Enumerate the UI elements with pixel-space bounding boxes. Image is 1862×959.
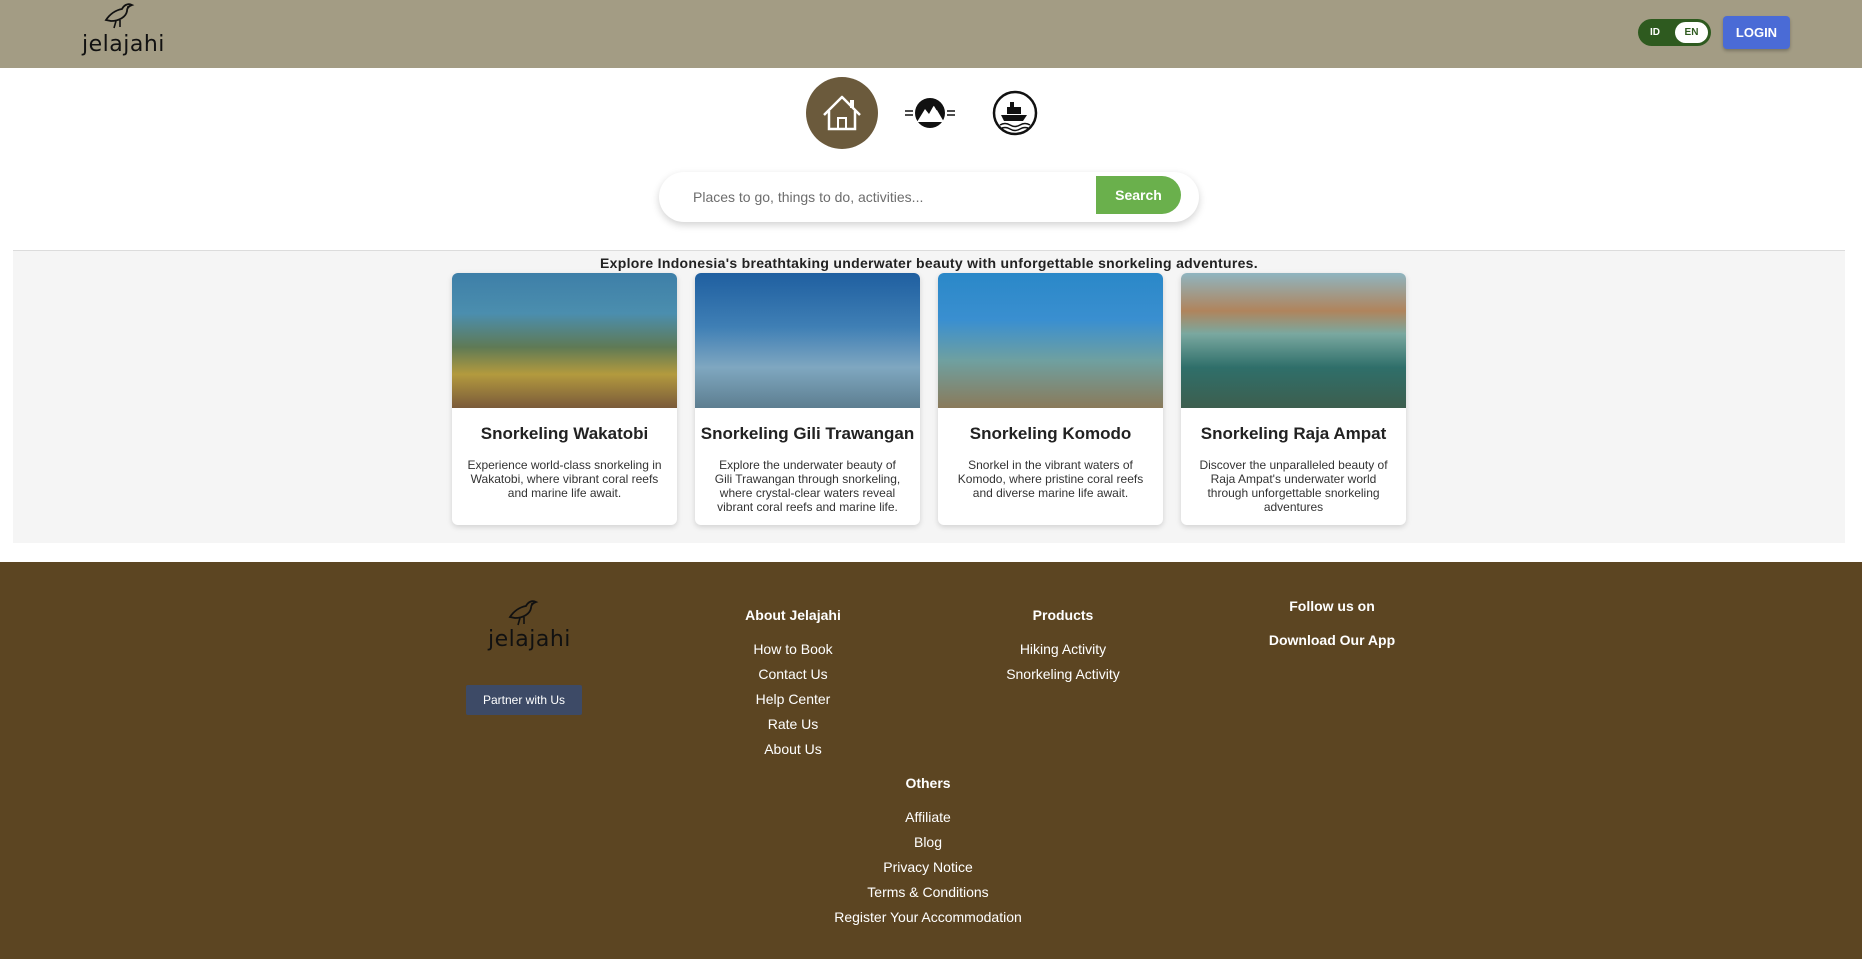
card-description: Experience world-class snorkeling in Wak… [467,458,662,500]
footer-link-rate-us[interactable]: Rate Us [713,716,873,741]
activity-card[interactable]: Snorkeling Wakatobi Experience world-cla… [452,273,677,525]
footer-heading: About Jelajahi [745,607,841,623]
follow-heading: Follow us on [1289,598,1375,614]
category-home[interactable] [806,77,878,149]
footer-heading: Products [1032,607,1094,623]
card-title[interactable]: Snorkeling Gili Trawangan [695,424,920,444]
lang-option-en[interactable]: EN [1675,27,1708,38]
card-title[interactable]: Snorkeling Komodo [938,424,1163,444]
footer-logo-text: jelajahi [488,627,571,652]
footer: jelajahi Partner with Us About Jelajahi … [0,562,1862,959]
card-image[interactable] [938,273,1163,408]
footer-products-column: Products Hiking Activity Snorkeling Acti… [983,607,1143,691]
footer-link-blog[interactable]: Blog [778,834,1078,859]
search-input[interactable] [693,185,1073,209]
card-title[interactable]: Snorkeling Wakatobi [452,424,677,444]
footer-link-register-accommodation[interactable]: Register Your Accommodation [778,909,1078,934]
boat-icon [992,90,1038,136]
card-image[interactable] [1181,273,1406,408]
footer-link-hiking[interactable]: Hiking Activity [983,641,1143,666]
footer-logo[interactable]: jelajahi [488,597,572,657]
home-icon [823,95,861,131]
content-section: Explore Indonesia's breathtaking underwa… [13,250,1845,543]
header-bar: jelajahi ID EN LOGIN [0,0,1862,68]
footer-link-terms[interactable]: Terms & Conditions [778,884,1078,909]
category-snorkeling[interactable] [992,90,1038,136]
card-title[interactable]: Snorkeling Raja Ampat [1181,424,1406,444]
logo[interactable]: jelajahi [82,0,168,64]
mountain-icon [905,98,955,128]
partner-button[interactable]: Partner with Us [466,685,582,715]
card-description: Discover the unparalleled beauty of Raja… [1199,458,1388,514]
bird-icon [104,3,135,29]
card-image[interactable] [452,273,677,408]
footer-about-column: About Jelajahi How to Book Contact Us He… [713,607,873,766]
search-bar: Search [659,172,1199,222]
logo-text: jelajahi [82,32,165,57]
footer-link-help-center[interactable]: Help Center [713,691,873,716]
lang-toggle-knob[interactable]: EN [1675,22,1708,43]
login-button[interactable]: LOGIN [1723,16,1790,49]
card-image[interactable] [695,273,920,408]
footer-link-affiliate[interactable]: Affiliate [778,809,1078,834]
footer-heading: Others [905,775,951,791]
language-toggle[interactable]: ID EN [1638,19,1711,46]
activity-card[interactable]: Snorkeling Raja Ampat Discover the unpar… [1181,273,1406,525]
footer-others-column: Others Affiliate Blog Privacy Notice Ter… [778,775,1078,934]
category-hiking[interactable] [903,92,957,134]
lang-option-id[interactable]: ID [1650,27,1660,38]
download-heading: Download Our App [1268,632,1396,648]
footer-link-snorkeling[interactable]: Snorkeling Activity [983,666,1143,691]
page-tagline: Explore Indonesia's breathtaking underwa… [600,255,1258,271]
footer-link-how-to-book[interactable]: How to Book [713,641,873,666]
footer-link-about-us[interactable]: About Us [713,741,873,766]
card-description: Snorkel in the vibrant waters of Komodo,… [957,458,1144,500]
search-button[interactable]: Search [1096,176,1181,214]
bird-icon [508,600,539,626]
activity-card[interactable]: Snorkeling Gili Trawangan Explore the un… [695,273,920,525]
footer-link-contact-us[interactable]: Contact Us [713,666,873,691]
card-description: Explore the underwater beauty of Gili Tr… [714,458,901,514]
activity-card[interactable]: Snorkeling Komodo Snorkel in the vibrant… [938,273,1163,525]
footer-follow-column: Follow us on Download Our App [1232,598,1432,666]
footer-link-privacy[interactable]: Privacy Notice [778,859,1078,884]
